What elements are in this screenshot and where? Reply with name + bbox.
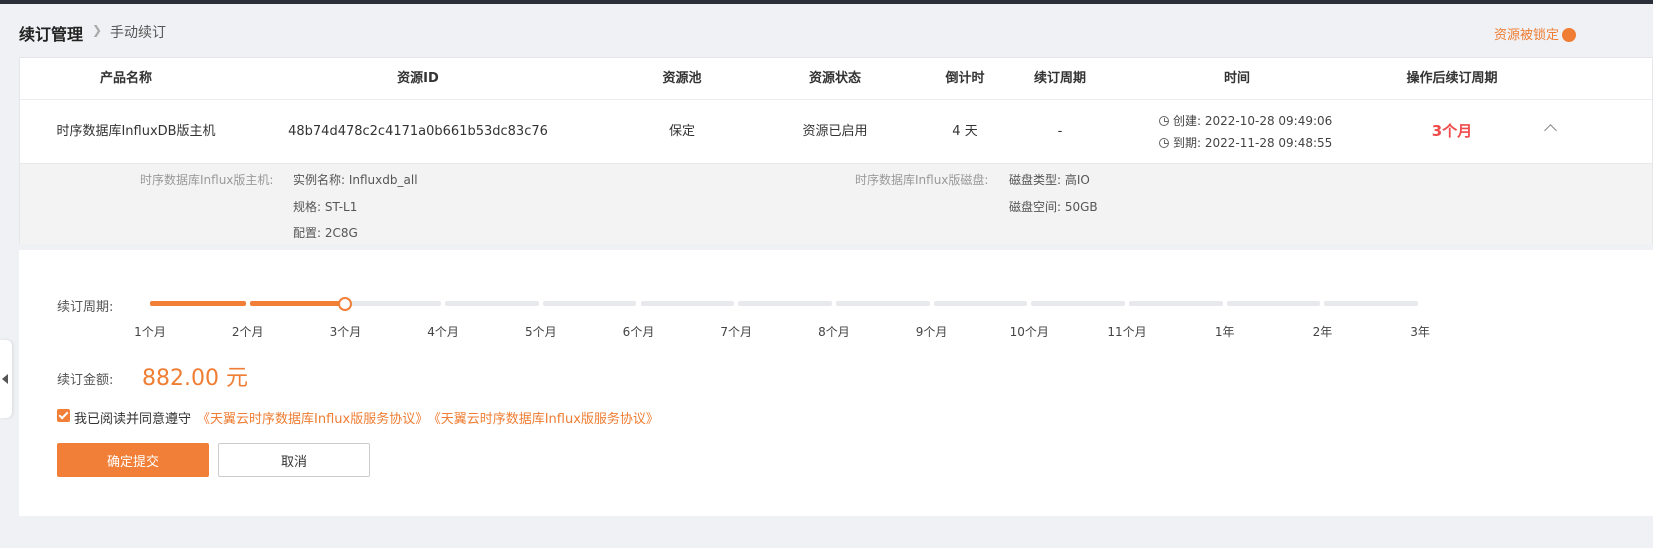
slider-tick-label[interactable]: 4个月 [427,323,459,340]
agree-line: 我已阅读并同意遵守 《天翼云时序数据库Influx版服务协议》 《天翼云时序数据库I… [74,408,659,427]
slider-tick-label[interactable]: 9个月 [916,323,948,340]
created-text: 创建: 2022-10-28 09:49:06 [1173,114,1333,128]
cell-status: 资源已启用 [802,124,868,139]
instance-name: 实例名称: Influxdb_all [293,173,418,187]
cell-period: - [1057,124,1063,139]
header-product: 产品名称 [99,71,152,86]
row-detail: 时序数据库Influx版主机: 实例名称: Influxdb_all 规格: S… [20,163,1652,244]
slider-tick-label[interactable]: 3个月 [330,323,362,340]
agreement-link-2[interactable]: 《天翼云时序数据库Influx版服务协议》 [434,412,659,427]
slider-tick-label[interactable]: 11个月 [1107,323,1146,340]
cell-new-period: 3个月 [1431,122,1473,140]
slider-tick-label[interactable]: 7个月 [720,323,752,340]
header-time: 时间 [1223,71,1250,86]
info-icon [1562,28,1576,42]
header-period: 续订周期 [1033,71,1086,86]
slider-tick-label[interactable]: 3年 [1410,323,1430,340]
slider-segment[interactable] [1031,301,1125,306]
created-time: 创建: 2022-10-28 09:49:06 [1159,110,1359,132]
disk-detail-label: 时序数据库Influx版磁盘: [855,173,989,187]
slider-tick-label[interactable]: 1个月 [134,323,166,340]
breadcrumb-title[interactable]: 续订管理 [19,21,83,45]
slider-tick-label[interactable]: 2个月 [232,323,264,340]
cell-resource-id: 48b74d478c2c4171a0b661b53dc83c76 [288,124,548,139]
agreement-link-1[interactable]: 《天翼云时序数据库Influx版服务协议》 [197,412,428,427]
slider-tick-label[interactable]: 5个月 [525,323,557,340]
cell-countdown: 4 天 [952,124,978,139]
agree-checkbox[interactable] [57,409,70,422]
resource-locked-link[interactable]: 资源被锁定 [1494,24,1559,43]
disk-size: 磁盘空间: 50GB [1009,200,1098,214]
cell-product: 时序数据库InfluxDB版主机 [56,124,216,139]
cell-time: 创建: 2022-10-28 09:49:06 到期: 2022-11-28 0… [1159,110,1359,154]
slider-segment[interactable] [150,301,246,306]
slider-segment[interactable] [542,301,637,306]
config: 配置: 2C8G [293,226,358,240]
chevron-up-icon[interactable] [1544,124,1557,137]
slider-segment[interactable] [1324,301,1419,306]
slider-segment[interactable] [249,301,344,306]
cell-pool: 保定 [668,124,695,139]
header-status: 资源状态 [808,71,861,86]
slider-segment[interactable] [933,301,1028,306]
header-resource-id: 资源ID [397,71,439,86]
period-label: 续订周期: [57,300,114,315]
disk-type: 磁盘类型: 高IO [1009,173,1090,187]
slider-segment[interactable] [1226,301,1321,306]
expires-text: 到期: 2022-11-28 09:48:55 [1173,136,1333,150]
slider-segment[interactable] [640,301,735,306]
collapse-sidebar-tab[interactable] [0,340,12,418]
host-detail-label: 时序数据库Influx版主机: [140,173,274,187]
renew-amount: 882.00 元 [142,366,248,391]
slider-segment[interactable] [1129,301,1223,306]
slider-segment[interactable] [347,301,442,306]
page-header: 续订管理 ❯ 手动续订 资源被锁定 [0,4,1653,57]
header-new-period: 操作后续订周期 [1406,71,1498,86]
slider-segment[interactable] [835,301,930,306]
submit-button[interactable]: 确定提交 [57,443,209,477]
slider-tick-label[interactable]: 2年 [1313,323,1333,340]
slider-segment[interactable] [445,301,539,306]
spec: 规格: ST-L1 [293,200,358,214]
header-countdown: 倒计时 [945,71,985,86]
renewal-table: 产品名称 资源ID 资源池 资源状态 倒计时 续订周期 时间 操作后续订周期 时… [19,57,1653,244]
amount-label: 续订金额: [57,373,114,388]
agree-text: 我已阅读并同意遵守 [74,412,192,427]
slider-tick-label[interactable]: 10个月 [1010,323,1049,340]
clock-icon [1159,116,1169,126]
clock-icon [1159,138,1169,148]
cancel-button[interactable]: 取消 [218,443,370,477]
header-pool: 资源池 [662,71,702,86]
slider-segment[interactable] [738,301,832,306]
breadcrumb-current: 手动续订 [110,25,166,41]
chevron-right-icon: ❯ [92,23,103,37]
slider-tick-label[interactable]: 1年 [1215,323,1235,340]
slider-tick-label[interactable]: 8个月 [818,323,850,340]
slider-tick-label[interactable]: 6个月 [623,323,655,340]
expires-time: 到期: 2022-11-28 09:48:55 [1159,132,1359,154]
